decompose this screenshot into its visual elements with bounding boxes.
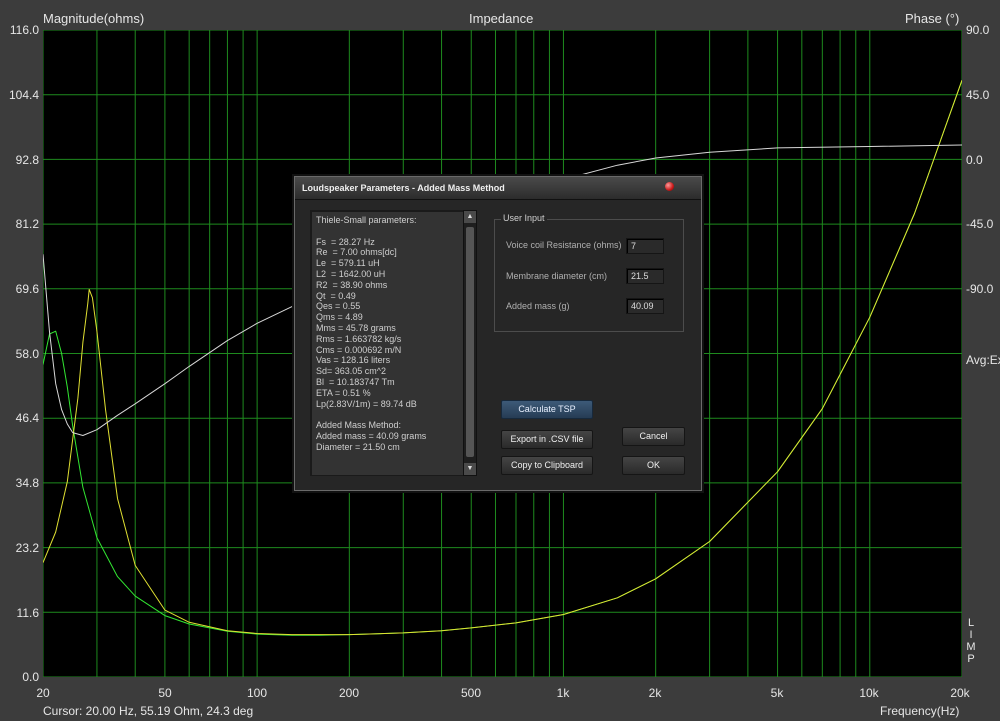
- voice-coil-resistance-label: Voice coil Resistance (ohms): [506, 240, 622, 250]
- user-input-legend: User Input: [501, 213, 547, 223]
- ytick-label: 23.2: [15, 541, 39, 555]
- parameter-line: Rms = 1.663782 kg/s: [316, 333, 402, 344]
- limp-vertical-label: LIMP: [966, 617, 976, 665]
- parameter-line: L2 = 1642.00 uH: [316, 268, 386, 279]
- parameter-line: Qt = 0.49: [316, 290, 356, 301]
- parameter-line: Vas = 128.16 liters: [316, 355, 391, 366]
- phase-tick-label: -90.0: [966, 282, 994, 296]
- dialog-titlebar[interactable]: Loudspeaker Parameters - Added Mass Meth…: [295, 177, 701, 200]
- parameter-line: Re = 7.00 ohms[dc]: [316, 247, 397, 258]
- phase-tick-label: 90.0: [966, 23, 990, 37]
- chart-title: Impedance: [469, 11, 534, 26]
- parameter-line: [316, 409, 462, 420]
- ytick-label: 81.2: [15, 217, 39, 231]
- parameter-line: ETA = 0.51 %: [316, 387, 371, 398]
- membrane-diameter-label: Membrane diameter (cm): [506, 271, 608, 281]
- xtick-label: 1k: [556, 686, 570, 700]
- xtick-label: 2k: [648, 686, 662, 700]
- calculate-tsp-button[interactable]: Calculate TSP: [501, 400, 593, 419]
- ytick-label: 46.4: [15, 411, 39, 425]
- ytick-label: 104.4: [8, 88, 39, 102]
- parameter-line: Sd= 363.05 cm^2: [316, 366, 387, 377]
- loudspeaker-parameters-dialog: Loudspeaker Parameters - Added Mass Meth…: [294, 176, 702, 491]
- scroll-up-icon[interactable]: ▲: [464, 211, 476, 223]
- phase-tick-label: 0.0: [966, 153, 983, 167]
- phase-axis-title: Phase (°): [905, 11, 960, 26]
- cursor-readout: Cursor: 20.00 Hz, 55.19 Ohm, 24.3 deg: [43, 704, 254, 718]
- xtick-label: 10k: [859, 686, 879, 700]
- membrane-diameter-input[interactable]: [626, 268, 664, 284]
- xtick-label: 200: [338, 686, 360, 700]
- parameter-line: Mms = 45.78 grams: [316, 322, 396, 333]
- xtick-label: 50: [158, 686, 172, 700]
- parameter-line: Diameter = 21.50 cm: [316, 441, 400, 452]
- magnitude-axis-title: Magnitude(ohms): [43, 11, 145, 26]
- ytick-label: 34.8: [15, 476, 39, 490]
- parameters-scrollbar[interactable]: ▲ ▼: [463, 210, 477, 476]
- parameter-line: Cms = 0.000692 m/N: [316, 344, 402, 355]
- cancel-button[interactable]: Cancel: [622, 427, 685, 446]
- copy-to-clipboard-button[interactable]: Copy to Clipboard: [501, 456, 593, 475]
- xtick-label: 500: [460, 686, 482, 700]
- limp-letter: M: [966, 641, 976, 653]
- ok-button[interactable]: OK: [622, 456, 685, 475]
- xtick-label: 20: [36, 686, 50, 700]
- parameter-line: Fs = 28.27 Hz: [316, 236, 375, 247]
- limp-letter: P: [967, 653, 975, 665]
- limp-letter: L: [967, 617, 975, 629]
- xtick-label: 100: [246, 686, 268, 700]
- close-icon[interactable]: [665, 182, 674, 191]
- ytick-label: 116.0: [9, 23, 39, 37]
- thiele-small-parameters-box[interactable]: Thiele-Small parameters: Fs = 28.27 Hz Re …: [310, 210, 467, 476]
- xtick-label: 20k: [950, 686, 970, 700]
- scroll-down-icon[interactable]: ▼: [464, 463, 476, 475]
- parameter-line: Qms = 4.89: [316, 312, 363, 323]
- ytick-label: 69.6: [15, 282, 39, 296]
- parameter-line: Added mass = 40.09 grams: [316, 430, 427, 441]
- avg-label: Avg:Ex: [966, 353, 1000, 367]
- xtick-label: 5k: [770, 686, 784, 700]
- parameter-line: R2 = 38.90 ohms: [316, 279, 388, 290]
- ytick-label: 58.0: [15, 347, 39, 361]
- parameter-line: [316, 226, 462, 237]
- added-mass-input[interactable]: [626, 298, 664, 314]
- limp-letter: I: [969, 629, 973, 641]
- x-axis-title: Frequency(Hz): [880, 704, 960, 718]
- added-mass-label: Added mass (g): [506, 301, 570, 311]
- scroll-thumb[interactable]: [466, 227, 474, 457]
- phase-tick-label: 45.0: [966, 88, 990, 102]
- voice-coil-resistance-input[interactable]: [626, 238, 664, 254]
- parameter-line: Thiele-Small parameters:: [316, 215, 417, 225]
- parameter-line: Lp(2.83V/1m) = 89.74 dB: [316, 398, 417, 409]
- parameters-list: Thiele-Small parameters: Fs = 28.27 Hz Re …: [316, 215, 462, 453]
- parameter-line: Bl = 10.183747 Tm: [316, 376, 395, 387]
- user-input-group: User Input Voice coil Resistance (ohms) …: [494, 213, 684, 332]
- ytick-label: 11.6: [16, 606, 39, 620]
- parameter-line: Le = 579.11 uH: [316, 258, 380, 269]
- dialog-title: Loudspeaker Parameters - Added Mass Meth…: [302, 183, 505, 193]
- ytick-label: 0.0: [22, 670, 39, 684]
- ytick-label: 92.8: [15, 153, 39, 167]
- phase-tick-label: -45.0: [966, 217, 994, 231]
- parameter-line: Added Mass Method:: [316, 420, 402, 431]
- parameter-line: Qes = 0.55: [316, 301, 361, 312]
- export-csv-button[interactable]: Export in .CSV file: [501, 430, 593, 449]
